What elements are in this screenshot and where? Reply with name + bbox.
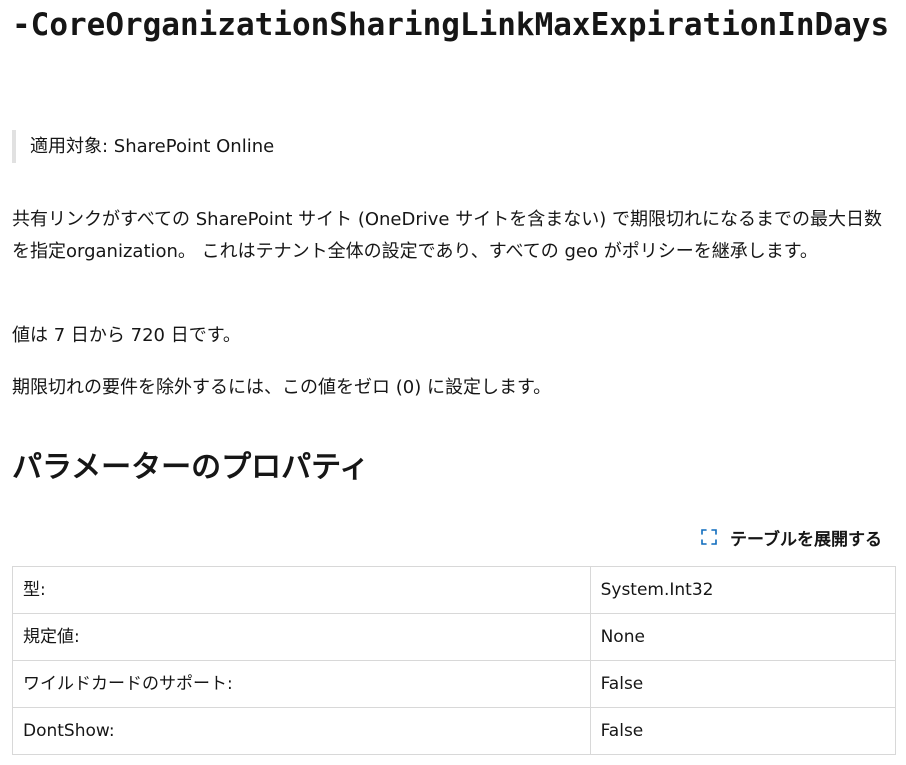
value-range-paragraph: 値は 7 日から 720 日です。 <box>12 325 241 346</box>
property-key: DontShow: <box>12 707 591 755</box>
expand-table-button[interactable]: テーブルを展開する <box>700 524 882 550</box>
property-key: ワイルドカードのサポート: <box>12 660 591 708</box>
zero-value-paragraph: 期限切れの要件を除外するには、この値をゼロ (0) に設定します。 <box>12 377 552 398</box>
parameter-properties-heading: パラメーターのプロパティ <box>12 450 370 485</box>
parameter-properties-table: 型: System.Int32 規定値: None ワイルドカードのサポート: … <box>12 566 897 755</box>
property-key: 型: <box>12 566 591 614</box>
property-value: False <box>589 707 897 755</box>
table-row: 規定値: None <box>12 613 897 661</box>
table-row: 型: System.Int32 <box>12 566 897 614</box>
description-paragraph: 共有リンクがすべての SharePoint サイト (OneDrive サイトを… <box>12 209 882 262</box>
property-value: None <box>589 613 897 661</box>
doc-page: -CoreOrganizationSharingLinkMaxExpiratio… <box>0 0 906 765</box>
table-row: DontShow: False <box>12 707 897 755</box>
property-key: 規定値: <box>12 613 591 661</box>
property-value: System.Int32 <box>589 566 897 614</box>
expand-table-label: テーブルを展開する <box>730 529 882 550</box>
applies-to-note: 適用対象: SharePoint Online <box>12 130 274 163</box>
table-row: ワイルドカードのサポート: False <box>12 660 897 708</box>
parameter-name: -CoreOrganizationSharingLinkMaxExpiratio… <box>12 7 890 43</box>
expand-icon <box>700 528 718 546</box>
property-value: False <box>589 660 897 708</box>
